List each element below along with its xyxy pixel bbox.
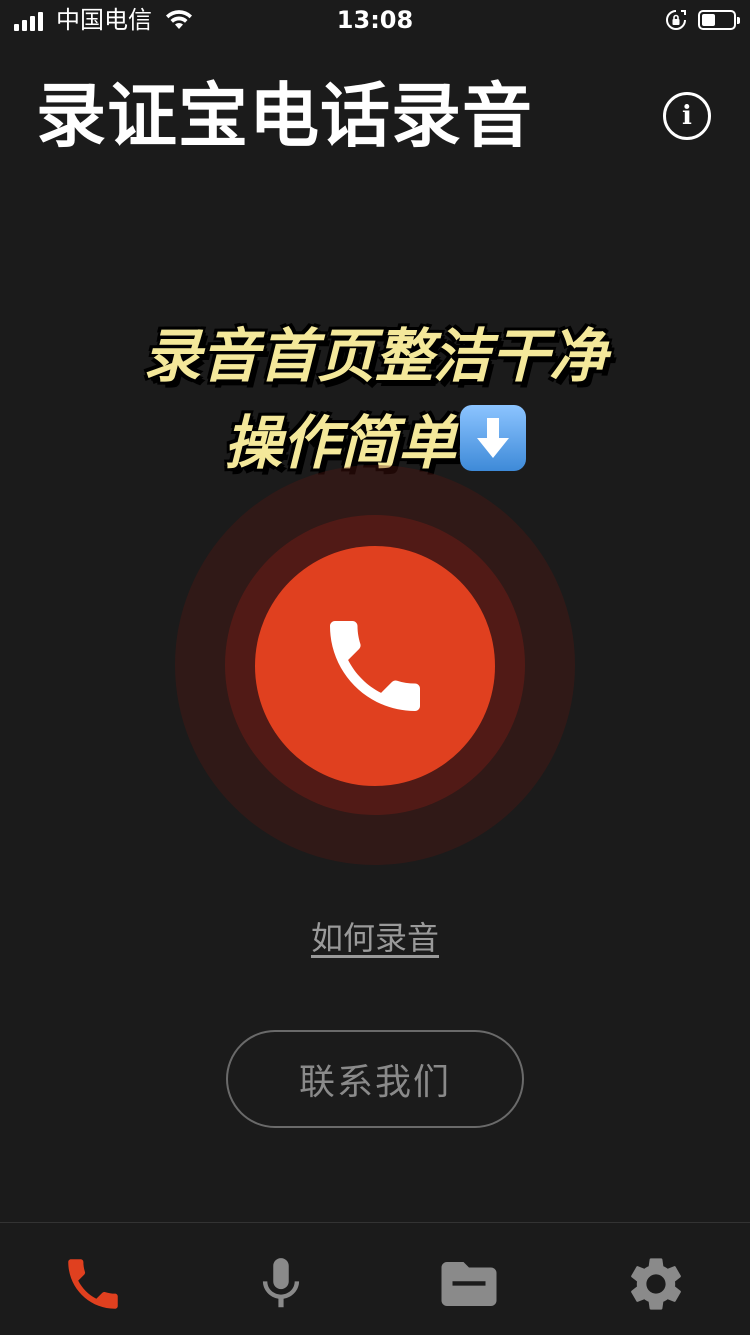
status-bar: 中国电信 13:08 xyxy=(0,0,750,40)
gear-icon xyxy=(631,1258,681,1310)
rotation-lock-icon xyxy=(666,10,686,30)
how-to-record-link[interactable]: 如何录音 xyxy=(0,918,750,958)
battery-icon xyxy=(698,10,740,30)
folder-icon xyxy=(441,1262,497,1306)
down-arrow-icon xyxy=(460,405,526,471)
status-time: 13:08 xyxy=(336,6,414,34)
tab-settings[interactable] xyxy=(621,1249,691,1319)
app-title: 录证宝电话录音 xyxy=(36,75,533,157)
caption-line-2-text: 操作简单 xyxy=(223,409,456,477)
tab-phone[interactable] xyxy=(58,1249,128,1319)
start-call-record-button[interactable] xyxy=(255,546,495,786)
microphone-icon xyxy=(262,1258,300,1308)
tab-microphone[interactable] xyxy=(246,1249,316,1319)
contact-us-button[interactable]: 联系我们 xyxy=(226,1030,524,1128)
tab-folder[interactable] xyxy=(434,1249,504,1319)
tab-bar xyxy=(0,1222,750,1335)
phone-icon xyxy=(68,1259,118,1309)
info-icon[interactable]: i xyxy=(663,92,711,140)
caption-line-1: 录音首页整洁干净 xyxy=(142,322,607,390)
status-right xyxy=(664,8,740,32)
phone-icon xyxy=(330,621,420,711)
